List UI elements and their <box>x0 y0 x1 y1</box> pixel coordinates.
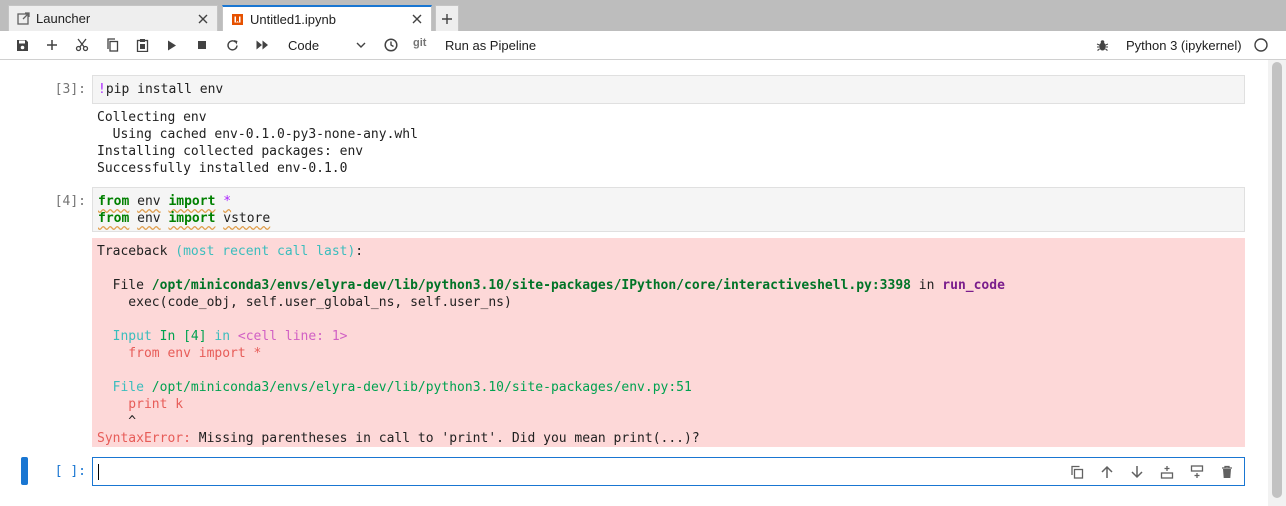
cell-prompt: [ ]: <box>54 464 86 479</box>
add-tab-button[interactable] <box>435 5 459 31</box>
paste-icon <box>136 39 148 52</box>
clock-icon <box>384 38 398 52</box>
save-button[interactable] <box>12 31 32 59</box>
history-button[interactable] <box>381 31 401 59</box>
close-icon[interactable] <box>409 11 425 27</box>
refresh-icon <box>226 39 238 51</box>
tab-bar: Launcher Untitled1.ipynb <box>0 0 1286 31</box>
traceback-code-line: from env import * <box>97 346 262 361</box>
code-cell-input[interactable]: from env import * from env import vstore <box>92 187 1245 232</box>
tab-notebook[interactable]: Untitled1.ipynb <box>222 5 432 31</box>
insert-below-icon <box>1190 465 1204 478</box>
output-line: Collecting env <box>97 110 207 125</box>
tab-launcher-label: Launcher <box>36 11 91 26</box>
close-icon[interactable] <box>195 11 211 27</box>
plus-icon <box>442 13 452 24</box>
move-cell-up-button[interactable] <box>1096 461 1118 483</box>
traceback-caret: ^ <box>97 414 137 429</box>
code-line: from env import * <box>98 194 232 209</box>
chevron-down-icon <box>356 42 366 48</box>
notebook-toolbar: Code git Run as Pipeline Python 3 (ipyke… <box>0 31 1286 60</box>
cut-button[interactable] <box>72 31 92 59</box>
run-as-pipeline-button[interactable]: Run as Pipeline <box>445 31 536 59</box>
arrow-up-icon <box>1101 465 1113 478</box>
restart-run-all-button[interactable] <box>252 31 272 59</box>
cell-prompt: [3]: <box>54 82 86 97</box>
traceback-code-line: print k <box>97 397 184 412</box>
insert-above-icon <box>1160 466 1174 479</box>
traceback-input-line: Input In [4] in <cell line: 1> <box>97 329 348 344</box>
kernel-status-indicator <box>1252 31 1270 59</box>
tab-notebook-label: Untitled1.ipynb <box>250 11 336 27</box>
bug-icon <box>1096 39 1108 51</box>
output-line: Installing collected packages: env <box>97 144 364 159</box>
scrollbar-thumb[interactable] <box>1272 62 1282 498</box>
arrow-down-icon <box>1131 466 1143 479</box>
insert-cell-above-button[interactable] <box>1156 461 1178 483</box>
traceback-code-line: exec(code_obj, self.user_global_ns, self… <box>97 295 512 310</box>
output-line: Successfully installed env-0.1.0 <box>97 161 348 176</box>
delete-cell-button[interactable] <box>1216 461 1238 483</box>
save-icon <box>16 39 28 51</box>
fast-forward-icon <box>256 40 268 50</box>
active-code-cell-input[interactable] <box>92 457 1245 486</box>
traceback-file-line: File /opt/miniconda3/envs/elyra-dev/lib/… <box>97 278 1005 293</box>
restart-button[interactable] <box>222 31 242 59</box>
copy-button[interactable] <box>102 31 122 59</box>
cell-prompt: [4]: <box>54 194 86 209</box>
launcher-icon <box>16 12 30 26</box>
output-line: Using cached env-0.1.0-py3-none-any.whl <box>97 127 418 142</box>
git-button[interactable]: git <box>413 29 426 57</box>
stop-icon <box>198 41 206 49</box>
code-line: from env import vstore <box>98 211 271 226</box>
trash-icon <box>1222 465 1232 478</box>
error-output: Traceback (most recent call last): File … <box>92 238 1245 447</box>
insert-cell-button[interactable] <box>42 31 62 59</box>
debugger-button[interactable] <box>1092 31 1112 59</box>
duplicate-icon <box>1071 465 1084 479</box>
insert-cell-below-button[interactable] <box>1186 461 1208 483</box>
scissors-icon <box>75 38 89 52</box>
notebook-panel: [3]: !pip install env Collecting env Usi… <box>0 60 1286 506</box>
vertical-scrollbar[interactable] <box>1268 60 1286 506</box>
plus-icon <box>47 40 57 50</box>
traceback-file-line: File /opt/miniconda3/envs/elyra-dev/lib/… <box>97 380 692 395</box>
text-cursor <box>98 464 99 480</box>
kernel-name[interactable]: Python 3 (ipykernel) <box>1126 31 1242 59</box>
play-icon <box>168 40 176 50</box>
traceback-header: Traceback (most recent call last): <box>97 244 364 259</box>
cell-type-dropdown[interactable]: Code <box>288 31 370 59</box>
copy-icon <box>106 38 118 52</box>
move-cell-down-button[interactable] <box>1126 461 1148 483</box>
notebook-icon <box>230 12 244 26</box>
code-cell-input[interactable]: !pip install env <box>92 75 1245 104</box>
tab-launcher[interactable]: Launcher <box>8 5 218 31</box>
duplicate-cell-button[interactable] <box>1066 461 1088 483</box>
error-message: SyntaxError: Missing parentheses in call… <box>97 431 700 446</box>
kernel-idle-icon <box>1254 38 1268 52</box>
code-line: !pip install env <box>98 82 224 97</box>
cell-type-value: Code <box>288 37 320 53</box>
interrupt-button[interactable] <box>192 31 212 59</box>
run-button[interactable] <box>162 31 182 59</box>
paste-button[interactable] <box>132 31 152 59</box>
